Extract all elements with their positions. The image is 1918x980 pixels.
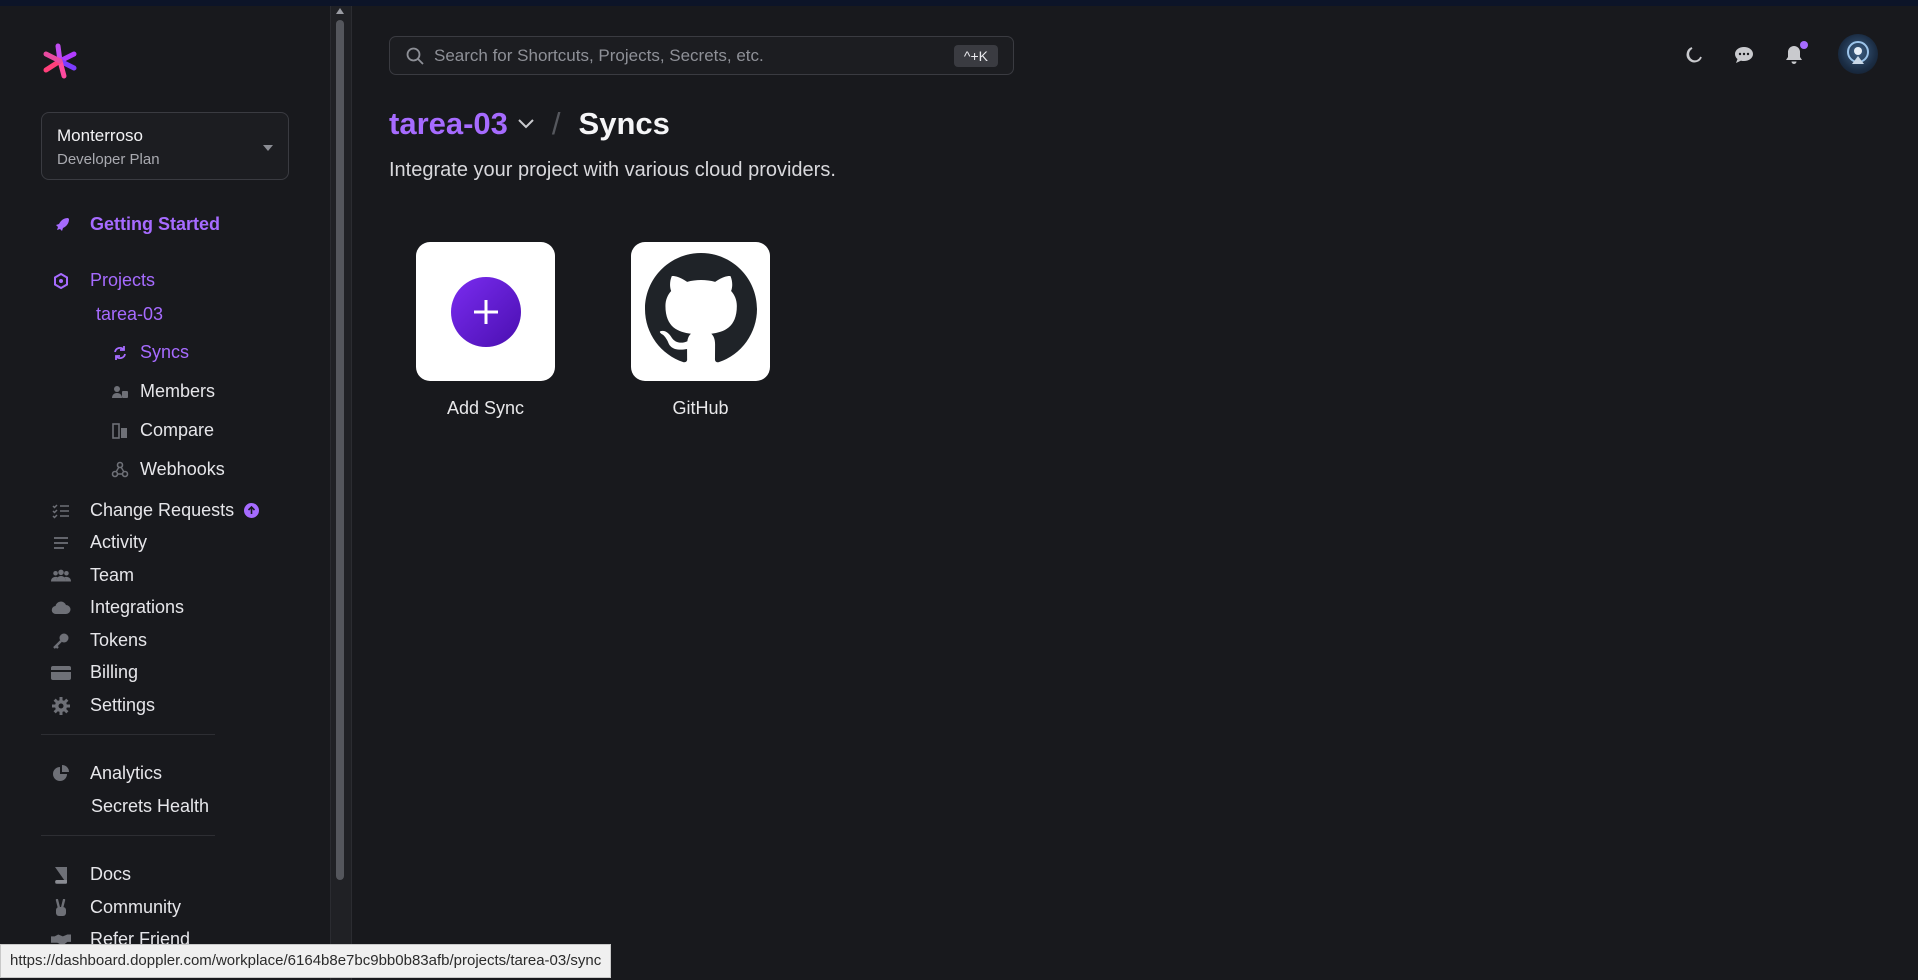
members-icon [110, 382, 130, 402]
moon-icon[interactable] [1683, 44, 1705, 66]
sidebar-item-label: Billing [90, 662, 139, 682]
sidebar-item-label: Community [90, 897, 182, 917]
breadcrumb: tarea-03 / Syncs [389, 106, 670, 142]
compare-icon [110, 421, 130, 441]
avatar[interactable] [1838, 34, 1878, 74]
search-icon [406, 47, 424, 70]
search-bar[interactable]: Search for Shortcuts, Projects, Secrets,… [389, 36, 1014, 75]
sidebar-item-label: Getting Started [90, 214, 221, 234]
org-plan: Developer Plan [57, 151, 160, 168]
search-input[interactable]: Search for Shortcuts, Projects, Secrets,… [434, 46, 764, 66]
page-subtitle: Integrate your project with various clou… [389, 159, 836, 181]
sidebar-item-label: Tokens [90, 630, 148, 650]
sidebar-divider [41, 734, 215, 735]
sidebar-item-label: Team [90, 565, 135, 585]
sidebar-item-billing[interactable]: Billing [51, 662, 138, 683]
cloud-icon [51, 598, 71, 618]
github-icon [644, 253, 757, 370]
github-tile[interactable] [631, 242, 770, 381]
sidebar-item-label: Settings [90, 695, 156, 715]
chevron-down-icon [263, 145, 273, 151]
cube-icon [51, 271, 71, 291]
sidebar-item-secrets-health[interactable]: Secrets Health [91, 796, 209, 817]
sidebar-item-label: Analytics [90, 763, 163, 783]
scroll-up-arrow-icon[interactable] [336, 8, 344, 14]
credit-card-icon [51, 663, 71, 683]
sidebar-subitem-members[interactable]: Members [110, 381, 215, 402]
sidebar-item-settings[interactable]: Settings [51, 695, 155, 716]
breadcrumb-project[interactable]: tarea-03 [389, 106, 508, 142]
sidebar-item-label: Webhooks [140, 459, 225, 479]
key-icon [51, 631, 71, 651]
sidebar-item-projects[interactable]: Projects [51, 270, 155, 291]
org-switcher[interactable]: Monterroso Developer Plan [41, 112, 289, 180]
sidebar-item-label: Integrations [90, 597, 185, 617]
book-icon [51, 865, 71, 885]
search-shortcut-badge: ^+K [953, 45, 998, 67]
sidebar-item-label: Docs [90, 864, 132, 884]
list-icon [51, 533, 71, 553]
status-url-preview: https://dashboard.doppler.com/workplace/… [0, 944, 612, 978]
sidebar-item-label: Syncs [140, 342, 190, 362]
sidebar-item-getting-started[interactable]: Getting Started [51, 214, 220, 235]
sidebar-item-team[interactable]: Team [51, 565, 134, 586]
sidebar-item-label: Members [140, 381, 216, 401]
sidebar-item-analytics[interactable]: Analytics [51, 763, 162, 784]
page-title: Syncs [578, 106, 670, 141]
team-icon [51, 566, 71, 586]
sidebar-subitem-webhooks[interactable]: Webhooks [110, 459, 225, 480]
breadcrumb-separator: / [551, 106, 561, 141]
sidebar-divider [41, 835, 215, 836]
bell-icon[interactable] [1783, 41, 1808, 66]
sidebar-item-activity[interactable]: Activity [51, 532, 147, 553]
webhook-icon [110, 460, 130, 480]
sidebar-item-tokens[interactable]: Tokens [51, 630, 147, 651]
pie-chart-icon [51, 764, 71, 784]
doppler-logo-icon[interactable] [40, 40, 82, 82]
sidebar-item-label: Secrets Health [91, 796, 210, 816]
peace-hand-icon [51, 898, 71, 918]
sidebar-item-integrations[interactable]: Integrations [51, 597, 184, 618]
sidebar-item-label: Projects [90, 270, 156, 290]
sidebar-subitem-syncs[interactable]: Syncs [110, 342, 189, 363]
sidebar-item-label: Activity [90, 532, 148, 552]
sidebar-subitem-compare[interactable]: Compare [110, 420, 214, 441]
add-sync-tile[interactable] [416, 242, 555, 381]
sidebar-item-label: Change Requests [90, 500, 235, 520]
sidebar: Monterroso Developer Plan Getting Starte… [0, 6, 330, 980]
sidebar-item-project-tarea-03[interactable]: tarea-03 [96, 304, 163, 325]
add-sync-label[interactable]: Add Sync [416, 398, 555, 419]
sync-icon [110, 343, 130, 363]
sidebar-item-community[interactable]: Community [51, 897, 181, 918]
sidebar-item-label: tarea-03 [96, 304, 164, 324]
plus-icon [450, 276, 521, 347]
sidebar-item-change-requests[interactable]: Change Requests [51, 500, 260, 521]
github-label[interactable]: GitHub [631, 398, 770, 419]
scrollbar-thumb[interactable] [336, 20, 344, 880]
org-name: Monterroso [57, 126, 143, 145]
gear-icon [51, 696, 71, 716]
chevron-down-icon[interactable] [518, 119, 534, 129]
notification-dot [1800, 41, 1808, 49]
rocket-icon [51, 215, 71, 235]
sidebar-item-docs[interactable]: Docs [51, 864, 131, 885]
sidebar-scrollbar[interactable] [330, 6, 352, 980]
chat-bubble-icon[interactable] [1733, 44, 1755, 66]
checklist-icon [51, 501, 71, 521]
sidebar-item-label: Compare [140, 420, 215, 440]
upgrade-arrow-icon [244, 503, 260, 518]
